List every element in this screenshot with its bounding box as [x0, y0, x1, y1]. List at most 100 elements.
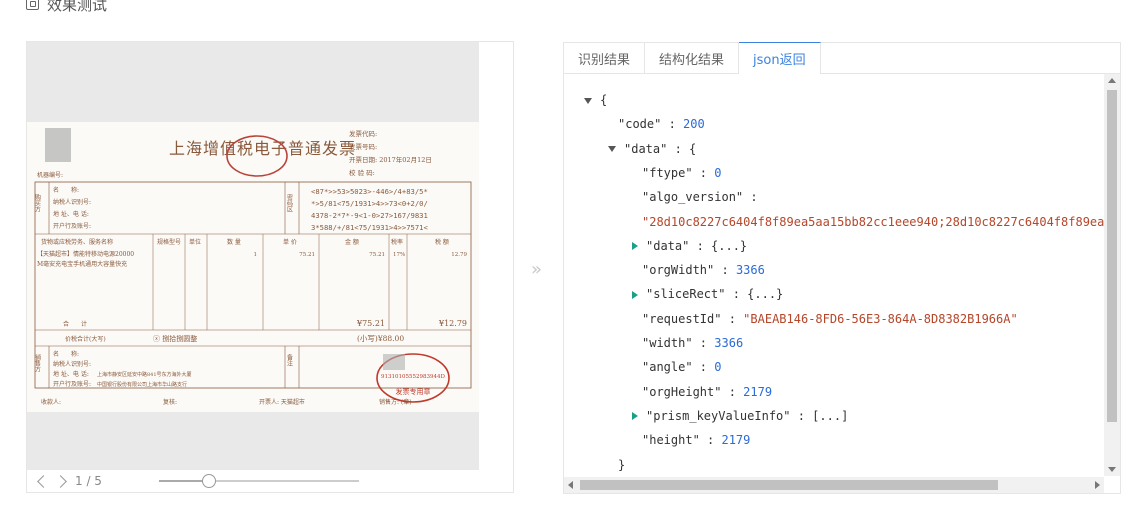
svg-text:收款人:: 收款人:: [41, 398, 61, 406]
item-name-line: M毫安充电宝手机通用大容量快充: [37, 260, 127, 268]
json-line: "code" : 200: [618, 115, 705, 133]
json-line[interactable]: {: [584, 91, 607, 109]
svg-text:销售方: (章): 销售方: (章): [379, 398, 412, 406]
zoom-slider[interactable]: [159, 474, 359, 488]
total-amount: ¥75.21: [356, 319, 385, 328]
json-key: "requestId": [642, 311, 722, 326]
horizontal-scroll-thumb[interactable]: [580, 480, 998, 490]
json-punct: :: [661, 117, 684, 132]
json-line: "algo_version" :: [642, 188, 758, 206]
json-number: 3366: [735, 263, 765, 278]
page-indicator: 1 / 5: [75, 474, 102, 488]
buyer-section-label: 购买方: [34, 193, 41, 213]
json-line: }: [618, 456, 625, 474]
cipher-line: 3*588/+/81<75/1931>4>>7571<: [311, 223, 429, 232]
svg-text:税率: 税率: [391, 238, 403, 246]
scroll-down-icon[interactable]: [1108, 467, 1116, 472]
test-icon: [26, 0, 39, 10]
svg-text:单位: 单位: [189, 238, 201, 246]
item-name-line: 【天猫超市】情能特移动电源20000: [37, 250, 134, 258]
json-key: "angle": [642, 360, 693, 375]
json-line: "requestId" : "BAEAB146-8FD6-56E3-864A-8…: [642, 310, 1018, 328]
svg-text:纳税人识别号:: 纳税人识别号:: [53, 360, 91, 368]
svg-text:开户行及账号:: 开户行及账号:: [53, 222, 91, 230]
json-punct: :: [699, 433, 722, 448]
zoom-slider-thumb[interactable]: [202, 474, 216, 488]
collapse-toggle-icon[interactable]: [608, 146, 616, 153]
json-punct: : {...}: [725, 287, 784, 302]
stamp-text: 发票专用章: [396, 387, 431, 396]
svg-text:规格型号: 规格型号: [157, 238, 181, 246]
price-tax-lower: (小写)¥88.00: [357, 334, 404, 343]
json-line[interactable]: "data" : {...}: [632, 237, 747, 255]
json-punct: : {: [667, 141, 697, 156]
json-line: "width" : 3366: [642, 334, 743, 352]
json-number: 2179: [743, 384, 773, 399]
tab-recognition-result[interactable]: 识别结果: [564, 43, 646, 74]
svg-text:名 称:: 名 称:: [53, 186, 79, 194]
json-punct: :: [721, 311, 744, 326]
vertical-scrollbar[interactable]: [1104, 74, 1120, 476]
json-key: "width": [642, 336, 693, 350]
collapse-toggle-icon[interactable]: [584, 97, 592, 104]
vertical-scroll-thumb[interactable]: [1107, 90, 1117, 422]
json-line: "angle" : 0: [642, 358, 722, 376]
invoice-date-label: 开票日期: 2017年02月12日: [349, 155, 432, 164]
svg-text:备注: 备注: [286, 353, 293, 367]
expand-toggle-icon[interactable]: [632, 290, 638, 299]
horizontal-scrollbar[interactable]: [564, 477, 1104, 493]
json-string: "28d10c8227c6404f8f89ea5aa15bb82cc1eee94…: [642, 214, 1104, 229]
image-pager: 1 / 5: [27, 470, 513, 492]
json-key: "orgHeight": [642, 384, 722, 399]
json-line[interactable]: "prism_keyValueInfo" : [...]: [632, 407, 848, 425]
prev-page-icon[interactable]: [37, 474, 50, 488]
expand-toggle-icon[interactable]: [632, 412, 638, 421]
expand-toggle-icon[interactable]: [632, 242, 638, 251]
scroll-right-icon[interactable]: [1095, 481, 1100, 489]
svg-text:开票人: 天猫超市: 开票人: 天猫超市: [259, 398, 305, 406]
json-string: "BAEAB146-8FD6-56E3-864A-8D8382B1966A": [743, 311, 1018, 326]
json-line[interactable]: "sliceRect" : {...}: [632, 285, 783, 303]
tab-structured-result[interactable]: 结构化结果: [645, 43, 740, 74]
json-punct: :: [721, 384, 744, 399]
json-key: "algo_version": [642, 190, 744, 205]
next-page-icon[interactable]: [54, 474, 67, 488]
json-viewer[interactable]: {"code" : 200 "data" : {"ftype" : 0 "algo_…: [564, 79, 1104, 477]
json-punct: :: [714, 263, 736, 278]
result-tabs: 识别结果 结构化结果 json返回: [564, 42, 1120, 74]
svg-text:销售方: 销售方: [34, 353, 41, 373]
invoice-code-label: 发票代码:: [349, 129, 377, 138]
json-line[interactable]: "data" : {: [608, 140, 696, 158]
json-key: "height": [642, 433, 700, 448]
svg-text:密码区: 密码区: [286, 193, 293, 212]
svg-text:税 额: 税 额: [435, 238, 449, 246]
seller-bank: 中国银行股份有限公司上海市华山路支行: [97, 381, 187, 388]
json-punct: :: [692, 360, 715, 375]
scroll-left-icon[interactable]: [568, 481, 573, 489]
json-line: "height" : 2179: [642, 431, 750, 449]
json-key: "data": [646, 238, 690, 253]
svg-text:地 址、电 话:: 地 址、电 话:: [53, 210, 89, 218]
svg-text:纳税人识别号:: 纳税人识别号:: [53, 198, 91, 206]
scroll-up-icon[interactable]: [1108, 78, 1116, 83]
svg-text:名 称:: 名 称:: [53, 350, 79, 358]
cipher-line: *>5/81<75/1931>4>>73<0+2/0/: [311, 199, 428, 208]
invoice-image: 上海增值税电子普通发票 发票代码: 发票号码: 开票日期: 2017年02月12…: [27, 122, 479, 412]
json-line: "28d10c8227c6404f8f89ea5aa15bb82cc1eee94…: [642, 213, 1104, 231]
image-viewport[interactable]: 上海增值税电子普通发票 发票代码: 发票号码: 开票日期: 2017年02月12…: [27, 42, 479, 470]
svg-text:地 址、电 话:: 地 址、电 话:: [53, 370, 89, 378]
svg-text:合 计: 合 计: [63, 320, 87, 328]
svg-text:复核:: 复核:: [163, 398, 177, 406]
json-punct: :: [692, 336, 715, 350]
tab-json-result[interactable]: json返回: [739, 42, 821, 74]
seller-address: 上海市静安区延安中路841号东方海外大厦: [97, 371, 192, 378]
json-punct: :: [692, 165, 715, 180]
svg-text:1: 1: [254, 252, 258, 258]
stamp-no: 91310105552983944D: [381, 374, 445, 380]
price-tax-upper: ⓧ 捌拾捌圆整: [153, 334, 197, 343]
section-title-text: 效果测试: [47, 0, 108, 14]
json-punct: : [...]: [790, 408, 849, 423]
svg-text:单 价: 单 价: [283, 238, 297, 246]
json-key: "data": [624, 141, 668, 156]
json-punct: :: [743, 190, 758, 205]
